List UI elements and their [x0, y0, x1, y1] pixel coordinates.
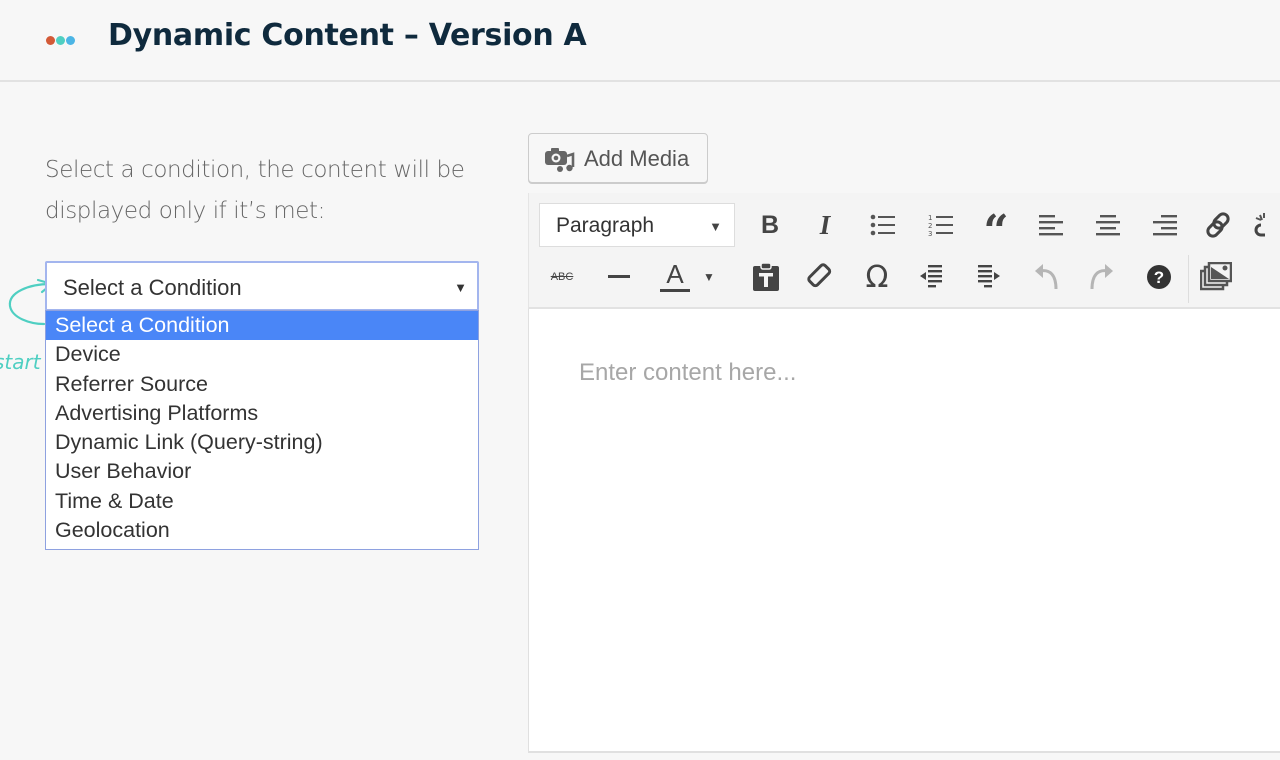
undo-button[interactable]	[1027, 257, 1067, 297]
bullet-list-button[interactable]	[863, 205, 903, 245]
condition-instruction: Select a condition, the content will be …	[45, 157, 465, 224]
condition-option-referrer-source[interactable]: Referrer Source	[46, 370, 478, 399]
help-button[interactable]: ?	[1139, 257, 1179, 297]
special-character-button[interactable]: Ω	[857, 257, 897, 297]
condition-select-value: Select a Condition	[63, 275, 242, 300]
italic-button[interactable]: I	[805, 205, 845, 245]
condition-option-device[interactable]: Device	[46, 340, 478, 369]
italic-icon: I	[819, 209, 831, 240]
insert-gallery-button[interactable]	[1196, 257, 1236, 297]
svg-text:?: ?	[1154, 268, 1164, 287]
text-color-button[interactable]: A	[655, 257, 695, 297]
toolbar-separator	[1188, 255, 1189, 303]
numbered-list-icon: 123	[928, 214, 953, 237]
condition-option-user-behavior[interactable]: User Behavior	[46, 457, 478, 486]
svg-text:3: 3	[928, 230, 932, 237]
redo-icon	[1090, 264, 1113, 290]
redo-button[interactable]	[1081, 257, 1121, 297]
unlink-icon	[1254, 213, 1265, 237]
horizontal-rule-button[interactable]	[600, 257, 640, 297]
strikethrough-icon: ABC	[550, 271, 574, 283]
link-icon	[1206, 212, 1230, 238]
numbered-list-button[interactable]: 123	[921, 205, 961, 245]
unlink-button[interactable]	[1253, 205, 1280, 245]
condition-option-time-date[interactable]: Time & Date	[46, 487, 478, 516]
content-editor-placeholder: Enter content here...	[579, 359, 797, 386]
add-media-label: Add Media	[584, 146, 690, 171]
chevron-down-icon: ▼	[703, 270, 715, 284]
add-media-icon	[543, 146, 577, 177]
outdent-button[interactable]	[913, 257, 953, 297]
blockquote-icon: “	[983, 206, 1009, 257]
content-editor[interactable]: Enter content here...	[528, 309, 1280, 753]
undo-icon	[1035, 264, 1058, 290]
format-select-value: Paragraph	[556, 214, 655, 237]
align-right-button[interactable]	[1144, 205, 1184, 245]
svg-text:1: 1	[928, 214, 932, 222]
insert-gallery-icon	[1200, 262, 1232, 291]
condition-option-geolocation[interactable]: Geolocation	[46, 516, 478, 545]
condition-dropdown-list[interactable]: Select a Condition Device Referrer Sourc…	[45, 310, 479, 550]
paste-as-text-button[interactable]	[746, 257, 786, 297]
special-character-icon: Ω	[865, 259, 889, 295]
clear-formatting-button[interactable]	[801, 257, 841, 297]
strikethrough-button[interactable]: ABC	[542, 257, 582, 297]
clear-formatting-icon	[807, 263, 832, 288]
outdent-icon	[920, 265, 942, 288]
editor-toolbar: Paragraph ▼ B I 123 “ ABC A ▼ Ω ?	[528, 193, 1280, 309]
condition-option-advertising-platforms[interactable]: Advertising Platforms	[46, 399, 478, 428]
indent-button[interactable]	[969, 257, 1009, 297]
add-media-button[interactable]: Add Media	[528, 133, 708, 183]
svg-text:2: 2	[928, 222, 932, 230]
format-select[interactable]: Paragraph ▼	[539, 203, 735, 247]
align-left-button[interactable]	[1032, 205, 1072, 245]
start-annotation-label: start	[0, 350, 42, 374]
link-button[interactable]	[1198, 205, 1238, 245]
align-center-icon	[1096, 215, 1120, 236]
text-color-label: A	[666, 259, 684, 289]
bold-icon: B	[760, 210, 780, 239]
chevron-down-icon: ▼	[454, 280, 467, 295]
page-title: Dynamic Content – Version A	[108, 18, 587, 53]
logo-dot-blue	[66, 36, 75, 45]
indent-icon	[978, 265, 1000, 288]
page-header: Dynamic Content – Version A	[0, 0, 1280, 82]
chevron-down-icon: ▼	[709, 219, 722, 234]
logo-dot-teal	[56, 36, 65, 45]
condition-option-dynamic-link[interactable]: Dynamic Link (Query-string)	[46, 428, 478, 457]
blockquote-button[interactable]: “	[976, 205, 1016, 254]
text-color-icon: A	[660, 259, 690, 292]
text-color-dropdown-button[interactable]: ▼	[697, 257, 721, 297]
align-center-button[interactable]	[1088, 205, 1128, 245]
align-left-icon	[1039, 215, 1063, 236]
logo-dots-icon	[46, 36, 75, 45]
help-icon: ?	[1147, 265, 1171, 289]
condition-option-select[interactable]: Select a Condition	[46, 311, 478, 341]
paste-as-text-icon	[753, 262, 779, 291]
horizontal-rule-icon	[608, 275, 630, 278]
bold-button[interactable]: B	[750, 205, 790, 245]
condition-select[interactable]: Select a Condition ▼	[45, 261, 479, 311]
align-right-icon	[1153, 215, 1177, 236]
bullet-list-icon	[870, 214, 895, 236]
logo-dot-red	[46, 36, 55, 45]
